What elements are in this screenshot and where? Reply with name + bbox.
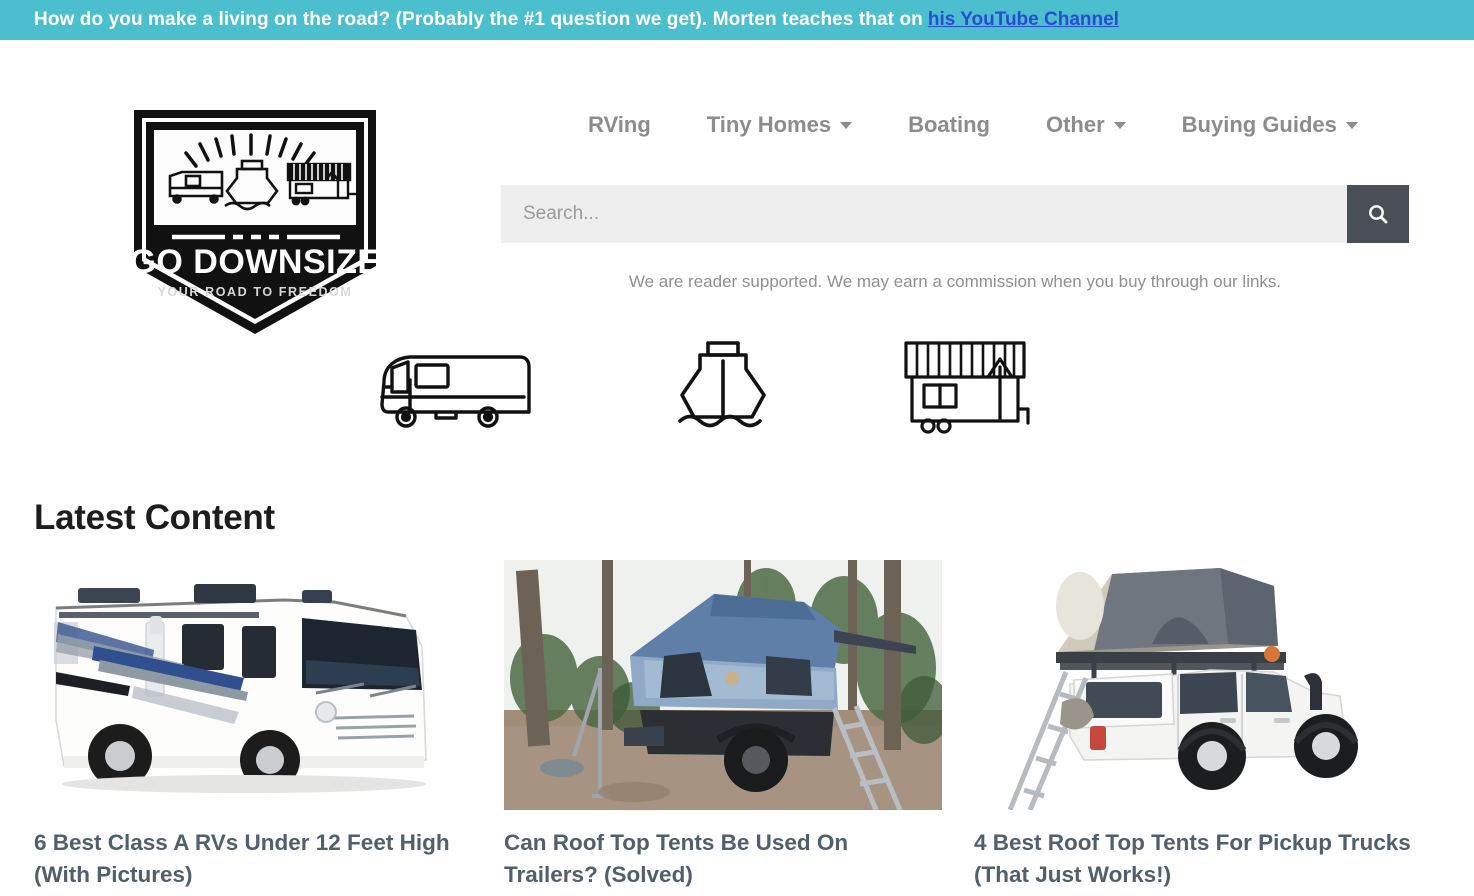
nav-label: Buying Guides — [1181, 112, 1337, 137]
article-card[interactable]: 4 Best Roof Top Tents For Pickup Trucks … — [974, 560, 1412, 891]
article-thumbnail[interactable] — [974, 560, 1412, 810]
nav-label: Tiny Homes — [706, 112, 832, 137]
search-submit-button[interactable] — [1347, 185, 1409, 243]
announcement-text: How do you make a living on the road? (P… — [34, 9, 923, 30]
site-logo[interactable]: GO DOWNSIZE YOUR ROAD TO FREEDOM — [130, 106, 380, 338]
nav-item-buying-guides[interactable]: Buying Guides — [1154, 112, 1386, 138]
search-bar — [501, 185, 1409, 243]
nav-label: RVing — [588, 112, 651, 137]
chevron-down-icon — [840, 121, 853, 129]
nav-item-tiny-homes[interactable]: Tiny Homes — [679, 112, 880, 138]
youtube-channel-link[interactable]: his YouTube Channel — [928, 9, 1119, 31]
article-thumbnail[interactable] — [504, 560, 942, 810]
nav-item-boating[interactable]: Boating — [880, 112, 1018, 138]
announcement-banner: How do you make a living on the road? (P… — [0, 0, 1474, 40]
article-thumbnail[interactable] — [34, 560, 472, 810]
main-navigation: RVing Tiny Homes Boating Other Buying Gu… — [560, 112, 1386, 138]
category-icon-rv[interactable] — [370, 340, 542, 440]
page-title: Latest Content — [34, 498, 275, 537]
article-card[interactable]: 6 Best Class A RVs Under 12 Feet High (W… — [34, 560, 472, 891]
rv-icon — [380, 355, 531, 428]
nav-label: Boating — [908, 112, 990, 137]
search-input[interactable] — [501, 185, 1347, 243]
nav-item-other[interactable]: Other — [1018, 112, 1154, 138]
logo-wordmark: GO DOWNSIZE — [130, 243, 380, 281]
category-icon-boat[interactable] — [672, 337, 776, 439]
search-icon — [1369, 205, 1388, 224]
nav-item-rving[interactable]: RVing — [560, 112, 679, 138]
boat-icon — [678, 341, 766, 428]
chevron-down-icon — [1113, 121, 1126, 129]
article-title[interactable]: 6 Best Class A RVs Under 12 Feet High (W… — [34, 827, 472, 891]
article-title[interactable]: 4 Best Roof Top Tents For Pickup Trucks … — [974, 827, 1412, 891]
category-icon-tiny-home[interactable] — [900, 337, 1034, 439]
affiliate-disclaimer: We are reader supported. We may earn a c… — [628, 272, 1282, 291]
tiny-home-icon — [904, 341, 1030, 434]
logo-tagline: YOUR ROAD TO FREEDOM — [158, 285, 353, 299]
article-title[interactable]: Can Roof Top Tents Be Used On Trailers? … — [504, 827, 942, 891]
nav-label: Other — [1045, 112, 1105, 137]
chevron-down-icon — [1345, 121, 1358, 129]
article-card[interactable]: Can Roof Top Tents Be Used On Trailers? … — [504, 560, 942, 891]
site-header: GO DOWNSIZE YOUR ROAD TO FREEDOM RVing T… — [0, 40, 1474, 334]
latest-content-grid: 6 Best Class A RVs Under 12 Feet High (W… — [34, 560, 1446, 891]
